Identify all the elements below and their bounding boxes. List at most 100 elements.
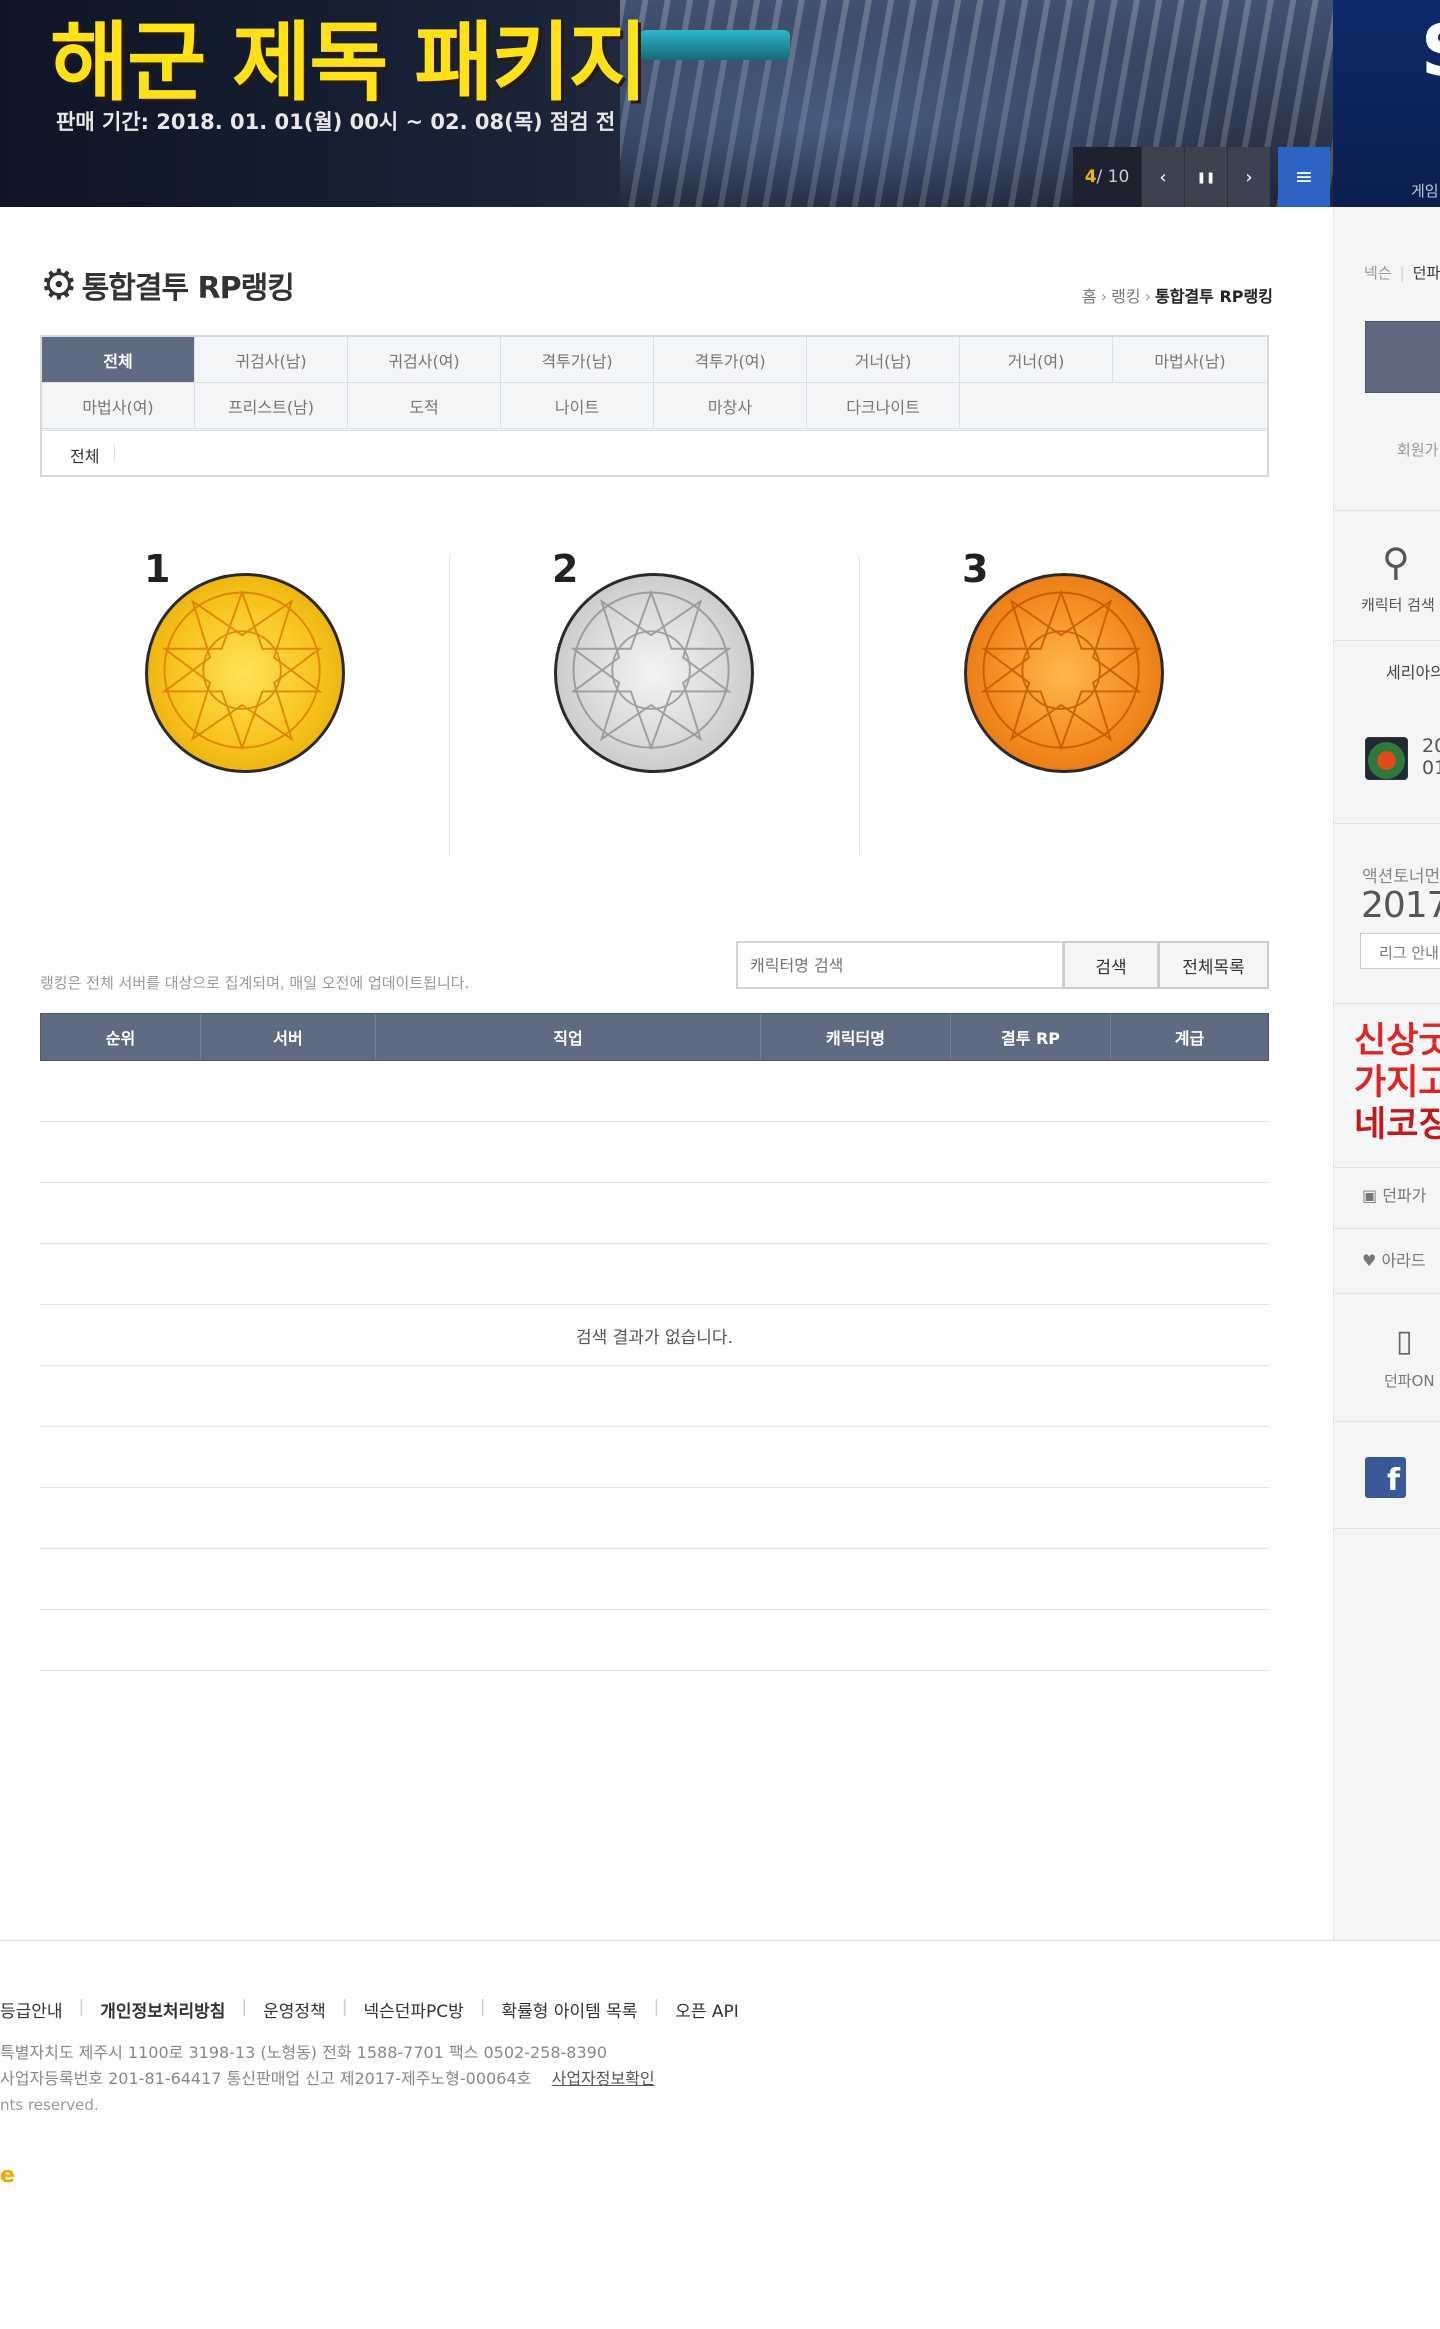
col-server: 서버: [201, 1014, 376, 1060]
table-header: 순위 서버 직업 캐릭터명 결투 RP 계급: [40, 1013, 1269, 1061]
footer-link-pcbang[interactable]: 넥슨던파PC방: [363, 1997, 463, 2022]
tab-thief[interactable]: 도적: [348, 383, 501, 429]
character-avatar[interactable]: [1365, 737, 1408, 780]
subtab-all[interactable]: 전체: [70, 443, 99, 467]
banner-counter-total: / 10: [1096, 167, 1130, 187]
table-row: [40, 1061, 1269, 1122]
side-banner[interactable]: S 게임: [1333, 0, 1440, 207]
character-search-input[interactable]: [736, 941, 1064, 989]
goods-ad[interactable]: 신상굿 가지고 네코징: [1354, 1020, 1440, 1146]
menu-icon: ≡: [1294, 164, 1314, 190]
league-info-button[interactable]: 리그 안내: [1360, 933, 1440, 969]
table-row: [40, 1183, 1269, 1244]
tab-mage-f[interactable]: 마법사(여): [42, 383, 195, 429]
footer-links: 등급안내 | 개인정보처리방침 | 운영정책 | 넥슨던파PC방 | 확률형 아이템 목…: [0, 1997, 739, 2022]
col-rank: 순위: [41, 1014, 201, 1060]
mobile-icon[interactable]: ▯: [1396, 1324, 1413, 1359]
footer-address: 특별자치도 제주시 1100로 3198-13 (노형동) 전화 1588-77…: [0, 2043, 607, 2062]
character-search-icon[interactable]: ⚲: [1382, 540, 1410, 584]
tab-fighter-m[interactable]: 격투가(남): [501, 337, 654, 383]
gear-icon: ⚙: [40, 260, 78, 309]
empty-result-message: 검색 결과가 없습니다.: [40, 1305, 1269, 1366]
breadcrumb-ranking[interactable]: 랭킹: [1111, 287, 1140, 306]
footer: 등급안내 | 개인정보처리방침 | 운영정책 | 넥슨던파PC방 | 확률형 아이템 목…: [0, 1940, 1440, 2329]
subclass-tabs: 전체: [42, 430, 1267, 475]
full-list-button[interactable]: 전체목록: [1158, 941, 1269, 989]
footer-link-policy[interactable]: 운영정책: [263, 1997, 326, 2022]
tab-gunner-m[interactable]: 거너(남): [807, 337, 960, 383]
gold-medal-icon: [145, 573, 345, 773]
footer-logo: e: [0, 2163, 15, 2188]
search-button[interactable]: 검색: [1063, 941, 1159, 989]
footer-link-privacy[interactable]: 개인정보처리방침: [100, 1997, 225, 2022]
table-row: [40, 1427, 1269, 1488]
dnf-on-link[interactable]: 던파ON: [1384, 1370, 1435, 1391]
breadcrumb-home[interactable]: 홈: [1082, 287, 1097, 306]
table-row: [40, 1488, 1269, 1549]
join-link[interactable]: 회원가: [1397, 439, 1438, 460]
side-banner-label: 게임: [1411, 182, 1439, 200]
page-title-text: 통합결투 RP랭킹: [81, 271, 295, 306]
character-search-link[interactable]: 캐릭터 검색: [1361, 594, 1435, 615]
col-grade: 계급: [1174, 1029, 1205, 1048]
breadcrumb-current: 통합결투 RP랭킹: [1155, 287, 1273, 306]
medal-divider: [449, 555, 450, 855]
chevron-left-icon: ‹: [1159, 166, 1167, 188]
heart-icon: ♥: [1362, 1251, 1377, 1270]
tab-demonic-lancer[interactable]: 마창사: [654, 383, 807, 429]
biz-info-link[interactable]: 사업자정보확인: [552, 2069, 655, 2088]
tab-all[interactable]: 전체: [42, 337, 195, 383]
table-row: [40, 1610, 1269, 1671]
banner-pause-button[interactable]: ❚❚: [1184, 147, 1227, 207]
col-class: 직업: [376, 1014, 761, 1060]
footer-copyright: nts reserved.: [0, 2096, 99, 2114]
facebook-icon[interactable]: f: [1365, 1457, 1406, 1498]
chevron-right-icon: ›: [1245, 166, 1253, 188]
arad-link[interactable]: ♥ 아라드: [1362, 1247, 1426, 1271]
tab-fighter-f[interactable]: 격투가(여): [654, 337, 807, 383]
ranking-table: 순위 서버 직업 캐릭터명 결투 RP 계급 검색 결과가 없습니다.: [40, 1013, 1269, 1671]
ranking-notice: 랭킹은 전체 서버를 대상으로 집계되며, 매일 오전에 업데이트됩니다.: [40, 974, 470, 992]
tab-gunner-f[interactable]: 거너(여): [960, 337, 1113, 383]
page-title: ⚙ 통합결투 RP랭킹: [40, 260, 295, 309]
table-row: [40, 1244, 1269, 1305]
footer-link-grade[interactable]: 등급안내: [0, 1997, 63, 2022]
top3-medals: 1 2 3: [40, 540, 1269, 860]
class-tabs: 전체 귀검사(남) 귀검사(여) 격투가(남) 격투가(여) 거너(남) 거너(…: [40, 335, 1269, 477]
table-row: [40, 1549, 1269, 1610]
banner-prev-button[interactable]: ‹: [1141, 147, 1184, 207]
banner-title: 해군 제독 패키지: [50, 13, 648, 113]
tab-empty: [960, 383, 1267, 429]
footer-link-probability[interactable]: 확률형 아이템 목록: [502, 1997, 638, 2022]
server-label: 세리아의: [1386, 663, 1440, 682]
banner-counter-current: 4: [1084, 167, 1097, 187]
dnf-guide-link[interactable]: ▣ 던파가: [1362, 1182, 1426, 1206]
table-row: [40, 1366, 1269, 1427]
tab-dark-knight[interactable]: 다크나이트: [807, 383, 960, 429]
tab-knight[interactable]: 나이트: [501, 383, 654, 429]
nexon-login-link[interactable]: 넥슨: [1364, 264, 1392, 282]
col-rp: 결투 RP: [951, 1014, 1111, 1060]
tab-mage-m[interactable]: 마법사(남): [1113, 337, 1267, 383]
silver-medal-icon: [554, 573, 754, 773]
banner-subtitle: 판매 기간: 2018. 01. 01(월) 00시 ~ 02. 08(목) 점…: [56, 110, 616, 134]
tab-slayer-f[interactable]: 귀검사(여): [348, 337, 501, 383]
banner-next-button[interactable]: ›: [1227, 147, 1270, 207]
pause-icon: ❚❚: [1196, 170, 1216, 184]
dnf-login-link[interactable]: 던파: [1413, 264, 1440, 282]
breadcrumb: 홈 › 랭킹 › 통합결투 RP랭킹: [1082, 287, 1273, 306]
tab-priest-m[interactable]: 프리스트(남): [195, 383, 348, 429]
table-row: [40, 1122, 1269, 1183]
tournament-label: 액션토너먼: [1362, 867, 1440, 887]
footer-link-api[interactable]: 오픈 API: [675, 1997, 739, 2022]
banner-menu-button[interactable]: ≡: [1278, 147, 1330, 207]
col-character: 캐릭터명: [761, 1014, 951, 1060]
login-button[interactable]: [1365, 321, 1440, 393]
login-links: 넥슨 | 던파: [1364, 264, 1440, 282]
tab-slayer-m[interactable]: 귀검사(남): [195, 337, 348, 383]
right-sidebar: 넥슨|던파 회원가 ⚲ 캐릭터 검색 세리아의 2001 액션토너먼 2017 …: [1333, 207, 1440, 1940]
banner-counter: 4 / 10: [1073, 147, 1141, 207]
medal-divider: [859, 555, 860, 855]
footer-registration: 사업자등록번호 201-81-64417 통신판매업 신고 제2017-제주노형…: [0, 2069, 655, 2088]
bronze-medal-icon: [964, 573, 1164, 773]
